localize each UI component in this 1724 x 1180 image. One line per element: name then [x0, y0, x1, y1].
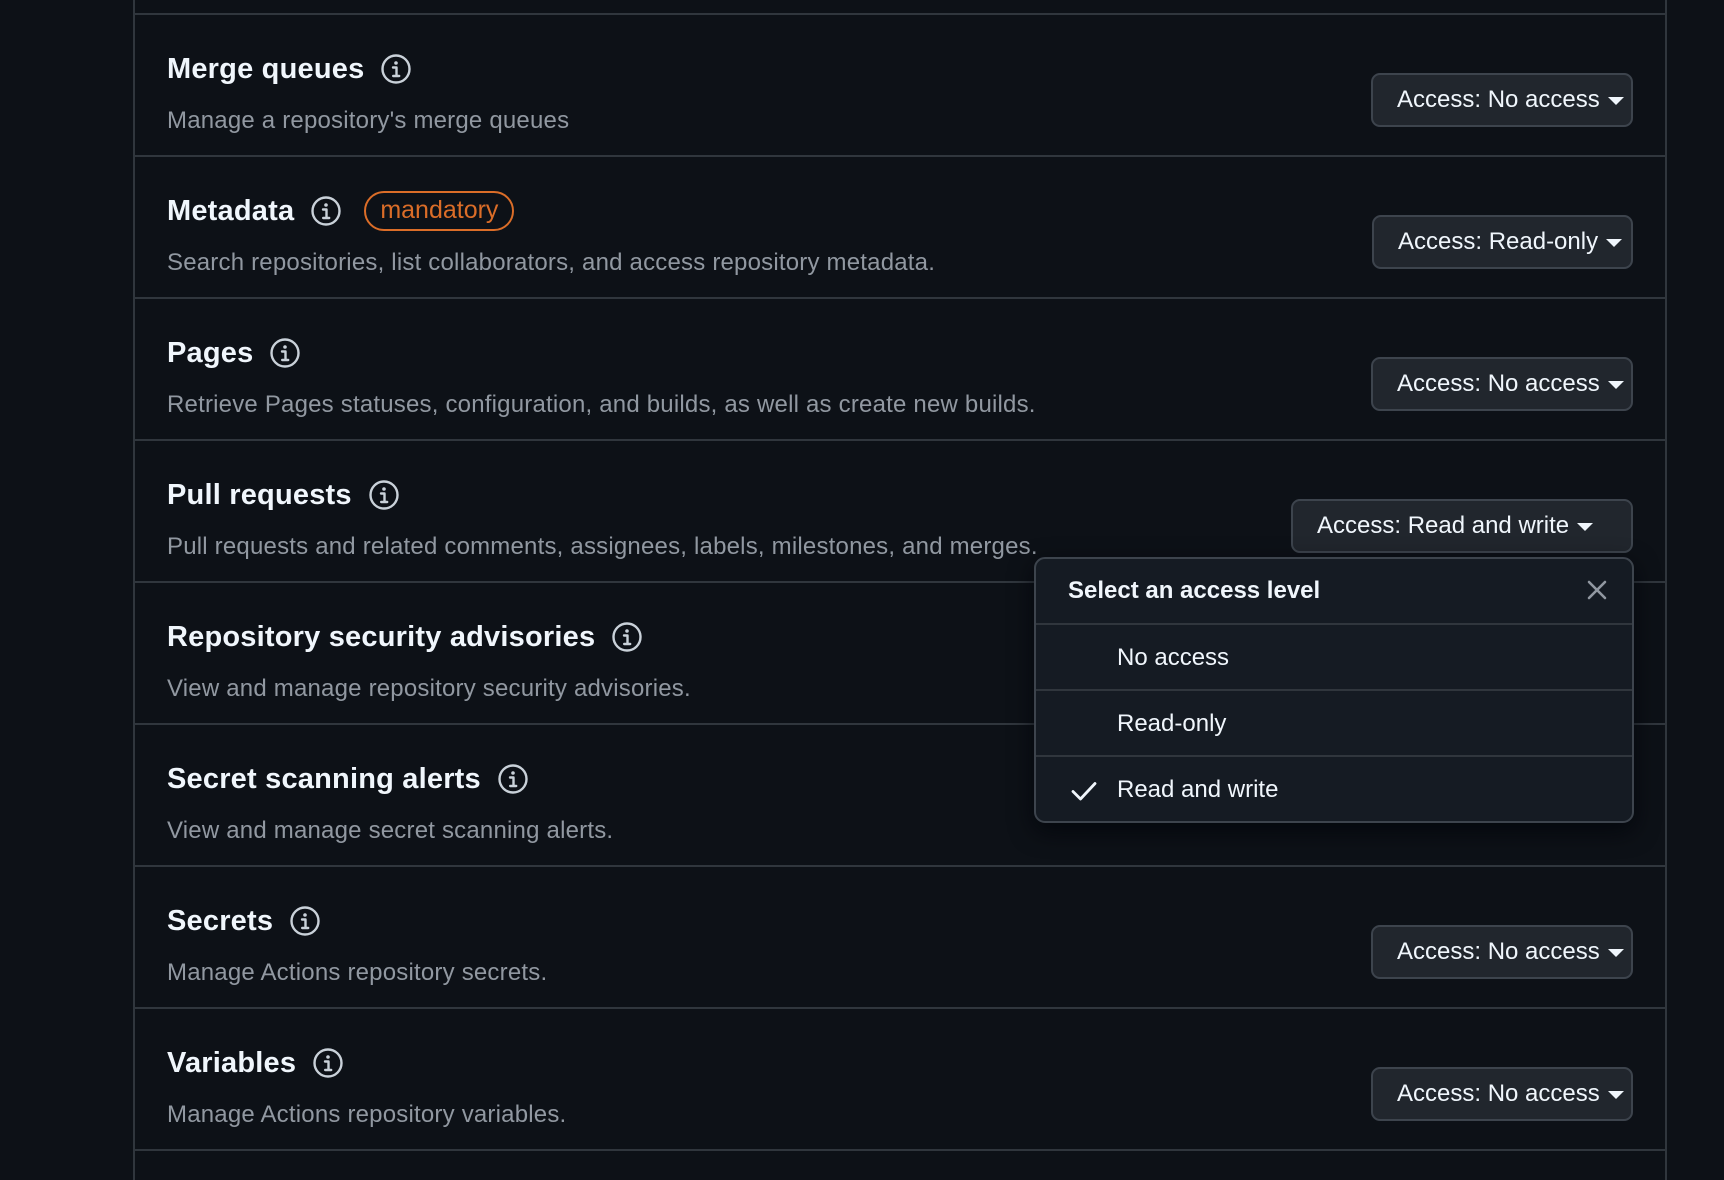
permission-title-line: Pages [167, 333, 301, 373]
menu-option-read-and-write[interactable]: Read and write [1036, 757, 1632, 821]
access-level-dropdown-button[interactable]: Access: No access [1371, 73, 1633, 127]
permission-row-metadata: Metadata mandatory Search repositories, … [135, 155, 1665, 297]
permission-description: View and manage secret scanning alerts. [167, 817, 614, 844]
permission-description: Manage Actions repository variables. [167, 1101, 567, 1128]
permission-title-line: Metadata mandatory [167, 191, 515, 231]
permission-title: Secrets [167, 904, 274, 937]
menu-header: Select an access level [1036, 559, 1632, 625]
check-icon [1070, 777, 1098, 805]
permission-title-line: Secrets [167, 901, 321, 941]
mandatory-badge: mandatory [364, 191, 515, 231]
menu-option-label: Read-only [1117, 710, 1227, 737]
info-icon[interactable] [497, 763, 529, 795]
permission-description: Pull requests and related comments, assi… [167, 533, 1038, 560]
info-icon[interactable] [312, 1047, 344, 1079]
permission-title-line: Merge queues [167, 49, 412, 89]
info-icon[interactable] [368, 479, 400, 511]
access-level-label: Access: No access [1397, 370, 1600, 397]
info-icon[interactable] [269, 337, 301, 369]
permission-title-line: Pull requests [167, 475, 400, 515]
permission-row-pages: Pages Retrieve Pages statuses, configura… [135, 297, 1665, 439]
permission-row-secrets: Secrets Manage Actions repository secret… [135, 865, 1665, 1007]
caret-down-icon [1607, 949, 1624, 957]
caret-down-icon [1577, 523, 1594, 531]
caret-down-icon [1607, 97, 1624, 105]
permission-title-line: Variables [167, 1043, 344, 1083]
caret-down-icon [1606, 239, 1623, 247]
permission-description: Retrieve Pages statuses, configuration, … [167, 391, 1036, 418]
access-level-label: Access: Read-only [1398, 228, 1599, 255]
access-level-dropdown-button[interactable]: Access: No access [1371, 925, 1633, 979]
access-level-dropdown-button[interactable]: Access: Read and write [1291, 499, 1633, 553]
access-level-label: Access: No access [1397, 86, 1600, 113]
menu-option-read-only[interactable]: Read-only [1036, 691, 1632, 757]
permission-title: Merge queues [167, 52, 365, 85]
close-icon[interactable] [1582, 575, 1612, 605]
permission-description: Manage a repository's merge queues [167, 107, 570, 134]
permission-title: Repository security advisories [167, 620, 596, 653]
permission-title: Pull requests [167, 478, 352, 511]
menu-title: Select an access level [1068, 577, 1321, 604]
access-level-label: Access: Read and write [1317, 512, 1570, 539]
info-icon[interactable] [289, 905, 321, 937]
permission-title: Variables [167, 1046, 297, 1079]
permission-title: Metadata [167, 194, 295, 227]
permission-description: Search repositories, list collaborators,… [167, 249, 936, 276]
access-level-label: Access: No access [1397, 1080, 1600, 1107]
menu-option-label: No access [1117, 644, 1230, 671]
permission-title-line: Secret scanning alerts [167, 759, 529, 799]
access-level-dropdown-button[interactable]: Access: No access [1371, 357, 1633, 411]
menu-option-no-access[interactable]: No access [1036, 625, 1632, 691]
permission-description: Manage Actions repository secrets. [167, 959, 548, 986]
permission-title: Pages [167, 336, 254, 369]
info-icon[interactable] [310, 195, 342, 227]
caret-down-icon [1607, 381, 1624, 389]
menu-option-label: Read and write [1117, 776, 1279, 803]
permission-row-merge-queues: Merge queues Manage a repository's merge… [135, 13, 1665, 155]
access-level-label: Access: No access [1397, 938, 1600, 965]
row-divider [135, 1149, 1665, 1159]
permission-title: Secret scanning alerts [167, 762, 481, 795]
info-icon[interactable] [380, 53, 412, 85]
permission-title-line: Repository security advisories [167, 617, 643, 657]
caret-down-icon [1607, 1091, 1624, 1099]
permission-description: View and manage repository security advi… [167, 675, 691, 702]
access-level-dropdown-button[interactable]: Access: Read-only [1372, 215, 1633, 269]
access-level-dropdown-button[interactable]: Access: No access [1371, 1067, 1633, 1121]
access-level-menu: Select an access level No access Read-on… [1034, 557, 1634, 823]
permission-row-variables: Variables Manage Actions repository vari… [135, 1007, 1665, 1149]
info-icon[interactable] [611, 621, 643, 653]
